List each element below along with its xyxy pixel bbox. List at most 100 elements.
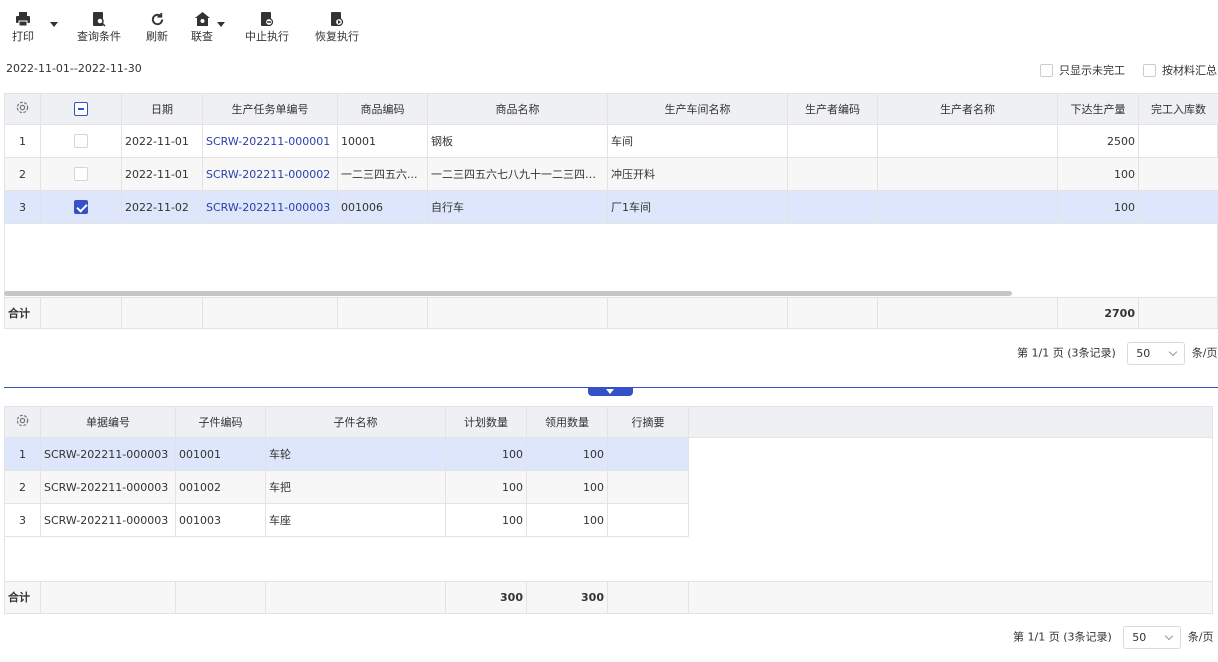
cell-done-qty — [1138, 157, 1218, 191]
col-header-product-code[interactable]: 商品编码 — [337, 93, 428, 125]
col-header-doc-no[interactable]: 单据编号 — [40, 406, 176, 438]
row-checkbox[interactable] — [40, 124, 122, 158]
cell-date: 2022-11-01 — [121, 124, 203, 158]
cell-plan-qty: 100 — [445, 437, 527, 471]
table-row[interactable]: 2 SCRW-202211-000003 001002 车把 100 100 — [4, 470, 689, 504]
detail-grid: 单据编号 子件编码 子件名称 计划数量 领用数量 行摘要 1 SCRW-2022… — [4, 406, 689, 537]
gear-icon — [15, 414, 30, 431]
order-link[interactable]: SCRW-202211-000001 — [206, 135, 330, 148]
table-row[interactable]: 1 2022-11-01 SCRW-202211-000001 10001 钢板… — [4, 124, 1218, 158]
stop-execution-button[interactable]: 中止执行 — [245, 10, 289, 44]
query-doc-icon — [77, 10, 121, 27]
cell-sub-name: 车轮 — [265, 437, 446, 471]
cell-memo — [607, 437, 689, 471]
total-label: 合计 — [5, 298, 41, 328]
table-row-selected[interactable]: 1 SCRW-202211-000003 001001 车轮 100 100 — [4, 437, 689, 471]
row-index: 1 — [4, 124, 41, 158]
cell-workshop: 车间 — [607, 124, 788, 158]
cell-maker-name — [877, 157, 1058, 191]
cell-issued-qty: 100 — [1057, 190, 1139, 224]
cell-sub-code: 001001 — [175, 437, 266, 471]
cell-maker-name — [877, 124, 1058, 158]
detail-pager: 第 1/1 页 (3条记录) 50 条/页 — [1013, 626, 1214, 649]
col-header-maker-name[interactable]: 生产者名称 — [877, 93, 1058, 125]
order-link[interactable]: SCRW-202211-000002 — [206, 168, 330, 181]
print-dropdown-chevron-icon[interactable] — [50, 22, 58, 27]
resume-execution-button[interactable]: 恢复执行 — [315, 10, 359, 44]
cell-date: 2022-11-02 — [121, 190, 203, 224]
linked-dropdown-chevron-icon[interactable] — [217, 22, 225, 27]
main-total-row: 合计 2700 — [4, 297, 1218, 329]
col-header-plan-qty[interactable]: 计划数量 — [445, 406, 527, 438]
cell-order-no: SCRW-202211-000003 — [202, 190, 338, 224]
total-cell — [878, 298, 1058, 328]
checkbox-box[interactable] — [1040, 64, 1053, 77]
detail-grid-header: 单据编号 子件编码 子件名称 计划数量 领用数量 行摘要 — [4, 406, 689, 438]
table-row[interactable]: 2 2022-11-01 SCRW-202211-000002 一二三四五六..… — [4, 157, 1218, 191]
query-conditions-button[interactable]: 查询条件 — [77, 10, 121, 44]
chevron-down-icon — [1165, 631, 1174, 641]
col-header-product-name[interactable]: 商品名称 — [427, 93, 608, 125]
col-header-sub-code[interactable]: 子件编码 — [175, 406, 266, 438]
collapse-handle[interactable] — [588, 388, 633, 396]
total-cell — [203, 298, 338, 328]
resume-doc-icon — [315, 10, 359, 27]
total-cell — [788, 298, 878, 328]
cell-memo — [607, 503, 689, 537]
linked-query-button[interactable]: 联查 — [191, 10, 213, 44]
detail-total-row: 合计 300 300 — [4, 581, 1213, 614]
horizontal-scrollbar[interactable] — [4, 291, 1012, 296]
cell-done-qty — [1138, 190, 1218, 224]
cell-workshop: 冲压开料 — [607, 157, 788, 191]
col-header-memo[interactable]: 行摘要 — [607, 406, 689, 438]
table-row[interactable]: 3 SCRW-202211-000003 001003 车座 100 100 — [4, 503, 689, 537]
checkbox-box[interactable] — [1143, 64, 1156, 77]
table-row-selected[interactable]: 3 2022-11-02 SCRW-202211-000003 001006 自… — [4, 190, 1218, 224]
refresh-button[interactable]: 刷新 — [146, 10, 168, 44]
column-settings-button[interactable] — [4, 93, 41, 125]
cell-issued-qty: 2500 — [1057, 124, 1139, 158]
per-page-label: 条/页 — [1187, 630, 1214, 644]
cell-product-name: 钢板 — [427, 124, 608, 158]
only-unfinished-checkbox[interactable]: 只显示未完工 — [1040, 62, 1125, 78]
col-header-sub-name[interactable]: 子件名称 — [265, 406, 446, 438]
refresh-icon — [146, 10, 168, 27]
print-button[interactable]: 打印 — [12, 10, 34, 44]
col-header-done-qty[interactable]: 完工入库数 — [1138, 93, 1218, 125]
col-header-date[interactable]: 日期 — [121, 93, 203, 125]
row-checkbox[interactable] — [40, 157, 122, 191]
total-label: 合计 — [5, 582, 41, 613]
checked-icon[interactable] — [74, 200, 88, 214]
select-all-checkbox[interactable] — [40, 93, 122, 125]
col-header-used-qty[interactable]: 领用数量 — [526, 406, 608, 438]
total-plan-qty: 300 — [446, 582, 527, 613]
col-header-workshop[interactable]: 生产车间名称 — [607, 93, 788, 125]
partial-check-icon[interactable] — [74, 102, 88, 116]
cell-sub-name: 车座 — [265, 503, 446, 537]
chevron-down-icon — [1169, 347, 1178, 357]
col-header-issued-qty[interactable]: 下达生产量 — [1057, 93, 1139, 125]
checkbox-box[interactable] — [74, 134, 88, 148]
printer-icon — [12, 10, 34, 27]
order-link[interactable]: SCRW-202211-000003 — [206, 201, 330, 214]
checkbox-box[interactable] — [74, 167, 88, 181]
cell-used-qty: 100 — [526, 437, 608, 471]
col-header-maker-code[interactable]: 生产者编码 — [787, 93, 878, 125]
by-material-checkbox[interactable]: 按材料汇总 — [1143, 62, 1217, 78]
page-size-select[interactable]: 50 — [1127, 342, 1186, 365]
cell-order-no: SCRW-202211-000001 — [202, 124, 338, 158]
cell-product-name: 一二三四五六七八九十一二三四五... — [427, 157, 608, 191]
cell-used-qty: 100 — [526, 503, 608, 537]
cell-maker-name — [877, 190, 1058, 224]
cell-product-code: 001006 — [337, 190, 428, 224]
row-index: 1 — [4, 437, 41, 471]
row-index: 3 — [4, 503, 41, 537]
cell-done-qty — [1138, 124, 1218, 158]
col-header-order-no[interactable]: 生产任务单编号 — [202, 93, 338, 125]
total-cell — [122, 298, 203, 328]
cell-product-code: 一二三四五六... — [337, 157, 428, 191]
page-size-select[interactable]: 50 — [1123, 626, 1182, 649]
total-issued-qty: 2700 — [1058, 298, 1139, 328]
row-checkbox[interactable] — [40, 190, 122, 224]
column-settings-button[interactable] — [4, 406, 41, 438]
